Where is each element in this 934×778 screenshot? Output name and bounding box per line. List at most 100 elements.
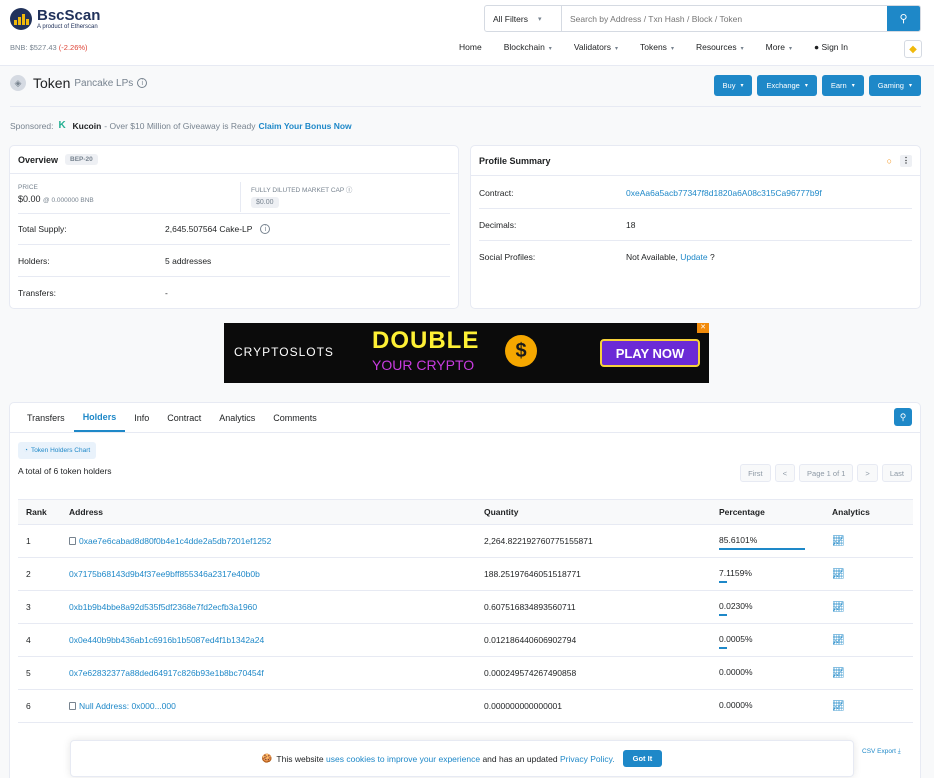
holders-table-body: 1 0xae7e6cabad8d80f0b4e1c4dde2a5db7201ef1… <box>18 524 913 723</box>
analytics-cell: 📈︎ <box>824 590 913 624</box>
nav-sign-in[interactable]: ● Sign In <box>814 42 848 52</box>
tab-transfers[interactable]: Transfers <box>18 403 74 432</box>
logo-name: BscScan <box>37 7 101 24</box>
holder-address-link[interactable]: 0xb1b9b4bbe8a92d535f5df2368e7fd2ecfb3a19… <box>69 602 257 612</box>
search-button[interactable]: ⚲ <box>887 6 920 31</box>
pagination: First < Page 1 of 1 > Last <box>740 464 912 482</box>
rank-cell: 3 <box>18 590 61 624</box>
nav-validators[interactable]: Validators ▾ <box>574 42 618 52</box>
nav-tokens[interactable]: Tokens ▾ <box>640 42 674 52</box>
rank-cell: 5 <box>18 656 61 690</box>
price-bnb: @ 0.000000 BNB <box>43 197 94 204</box>
overview-header: Overview BEP-20 <box>10 146 458 174</box>
question-icon[interactable]: ⓘ <box>346 187 353 194</box>
privacy-policy-link[interactable]: Privacy Policy. <box>560 754 615 764</box>
more-options-icon[interactable]: ⋮ <box>900 154 912 167</box>
tab-info[interactable]: Info <box>125 403 158 432</box>
analytics-cell: 📈︎ <box>824 557 913 591</box>
nav-home[interactable]: Home <box>459 42 482 52</box>
tab-holders[interactable]: Holders <box>73 403 126 432</box>
search-input[interactable] <box>562 6 887 31</box>
csv-export-link[interactable]: CSV Export ⤓ <box>862 748 901 756</box>
trend-chart-icon[interactable]: 📈︎ <box>832 701 845 712</box>
price-block: PRICE $0.00 @ 0.000000 BNB <box>18 184 94 204</box>
earn-button[interactable]: Earn ▾ <box>821 75 864 96</box>
next-page-button[interactable]: > <box>857 464 878 482</box>
info-icon[interactable]: i <box>260 224 271 234</box>
tab-comments[interactable]: Comments <box>264 403 326 432</box>
nav-resources[interactable]: Resources ▾ <box>696 42 744 52</box>
percentage-cell: 0.0230% <box>711 590 824 624</box>
sponsor-cta-link[interactable]: Claim Your Bonus Now <box>258 121 351 131</box>
advertisement-banner[interactable]: CRYPTOSLOTS DOUBLE YOUR CRYPTO $ PLAY NO… <box>224 323 709 383</box>
search-icon: ⚲ <box>899 13 908 25</box>
address-cell: Null Address: 0x000...000 <box>61 689 476 723</box>
trend-chart-icon[interactable]: 📈︎ <box>832 569 845 580</box>
trend-chart-icon[interactable]: 📈︎ <box>832 536 845 547</box>
holder-address-link[interactable]: 0x0e440b9bb436ab1c6916b1b5087ed4f1b1342a… <box>69 635 264 645</box>
chevron-down-icon: ▾ <box>537 15 542 23</box>
circle-icon[interactable]: ○ <box>887 156 892 166</box>
rank-cell: 6 <box>18 689 61 723</box>
token-holders-chart-button[interactable]: ◔ Token Holders Chart <box>18 442 97 459</box>
bnb-network-icon[interactable]: ◆ <box>904 40 922 58</box>
transfers-value: - <box>165 288 168 298</box>
col-percentage: Percentage <box>711 499 824 525</box>
percentage-bar <box>719 646 727 649</box>
decimals-row: Decimals: 18 <box>479 209 912 241</box>
sponsor-banner: Sponsored: K Kucoin - Over $10 Million o… <box>10 120 352 131</box>
address-cell: 0x7e62832377a88ded64917c826b93e1b8bc7045… <box>61 656 476 690</box>
cookie-policy-link[interactable]: uses cookies to improve your experience <box>326 754 480 764</box>
holder-address-link[interactable]: 0x7e62832377a88ded64917c826b93e1b8bc7045… <box>69 668 264 678</box>
first-page-button[interactable]: First <box>740 464 771 482</box>
table-row: 4 0x0e440b9bb436ab1c6916b1b5087ed4f1b1342… <box>18 623 913 657</box>
trend-chart-icon[interactable]: 📈︎ <box>832 602 845 613</box>
search-bar: All Filters ▾ ⚲ <box>484 5 921 32</box>
search-filter-dropdown[interactable]: All Filters ▾ <box>485 6 562 31</box>
prev-page-button[interactable]: < <box>774 464 796 482</box>
dollar-coin-icon: $ <box>505 335 537 367</box>
table-row: 2 0x7175b68143d9b4f37ee9bff855346a2317e40… <box>18 557 913 591</box>
update-link[interactable]: Update <box>680 252 707 262</box>
percentage-bar <box>719 613 727 616</box>
last-page-button[interactable]: Last <box>881 464 912 482</box>
contract-address-link[interactable]: 0xeAa6a5acb77347f8d1820a6A08c315Ca96777b… <box>626 188 822 198</box>
ad-play-now-button[interactable]: PLAY NOW <box>600 339 700 367</box>
tab-bar: Transfers Holders Info Contract Analytic… <box>10 403 920 433</box>
page-title: ◈ Token Pancake LPs i <box>10 75 148 91</box>
col-quantity: Quantity <box>476 499 711 525</box>
header: BscScan A product of Etherscan BNB: $527… <box>0 0 934 66</box>
profile-header: Profile Summary ○ ⋮ <box>471 146 920 176</box>
quantity-cell: 2,264.822192760775155871 <box>476 524 711 558</box>
tab-contract[interactable]: Contract <box>158 403 210 432</box>
bscscan-logo[interactable]: BscScan A product of Etherscan <box>10 8 100 30</box>
nav-more[interactable]: More ▾ <box>766 42 792 52</box>
holder-address-link[interactable]: 0xae7e6cabad8d80f0b4e1c4dde2a5db7201ef12… <box>79 536 271 546</box>
nav-blockchain[interactable]: Blockchain ▾ <box>504 42 552 52</box>
exchange-button[interactable]: Exchange ▾ <box>757 75 817 96</box>
token-icon: ◈ <box>10 75 26 91</box>
table-row: 5 0x7e62832377a88ded64917c826b93e1b8bc704… <box>18 656 913 690</box>
ad-close-icon[interactable]: ✕ <box>697 323 709 333</box>
trend-chart-icon[interactable]: 📈︎ <box>832 668 845 679</box>
percentage-cell: 7.1159% <box>711 557 824 591</box>
gaming-button[interactable]: Gaming ▾ <box>868 75 921 96</box>
analytics-cell: 📈︎ <box>824 524 913 558</box>
holders-value: 5 addresses <box>165 255 212 266</box>
got-it-button[interactable]: Got It <box>622 750 663 767</box>
logo-subtitle: A product of Etherscan <box>37 24 98 30</box>
holder-address-link[interactable]: 0x7175b68143d9b4f37ee9bff855346a2317e40b… <box>69 569 260 579</box>
page-indicator: Page 1 of 1 <box>799 464 854 482</box>
chevron-down-icon: ▾ <box>804 83 808 89</box>
tab-analytics[interactable]: Analytics <box>210 403 264 432</box>
tab-search-button[interactable]: ⚲ <box>894 408 912 426</box>
address-cell: 0xb1b9b4bbe8a92d535f5df2368e7fd2ecfb3a19… <box>61 590 476 624</box>
percentage-bar <box>719 547 805 550</box>
buy-button[interactable]: Buy ▾ <box>713 75 753 96</box>
info-icon[interactable]: i <box>137 78 148 88</box>
social-profiles-row: Social Profiles: Not Available, Update ? <box>479 252 715 262</box>
holder-address-link[interactable]: Null Address: 0x000...000 <box>79 701 176 711</box>
cookie-icon: 🍪 <box>261 753 273 763</box>
market-cap-block: FULLY DILUTED MARKET CAP ⓘ $0.00 <box>251 187 353 208</box>
trend-chart-icon[interactable]: 📈︎ <box>832 635 845 646</box>
